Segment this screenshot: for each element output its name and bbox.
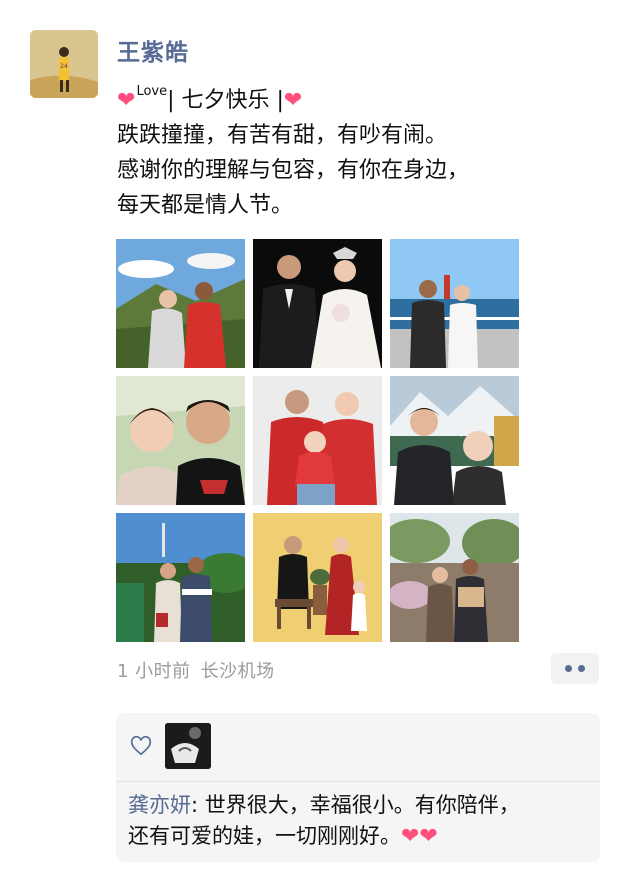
family-studio-photo-icon <box>253 513 382 642</box>
couple-tropical-photo-icon <box>116 513 245 642</box>
comment-item[interactable]: 龚亦妍: 世界很大，幸福很小。有你陪伴， 还有可爱的娃，一切刚刚好。❤❤ <box>128 790 594 852</box>
comment-text-line-1: 世界很大，幸福很小。有你陪伴， <box>198 793 520 817</box>
photo-7[interactable] <box>116 513 245 642</box>
couple-snow-mountain-photo-icon <box>390 376 519 505</box>
comment-author[interactable]: 龚亦妍 <box>128 793 191 817</box>
post-headline: | 七夕快乐 | <box>167 88 284 113</box>
panel-divider <box>116 781 600 782</box>
more-actions-button[interactable] <box>551 653 599 684</box>
comment-text-line-2: 还有可爱的娃，一切刚刚好。 <box>128 824 401 848</box>
user-avatar-icon <box>165 723 211 769</box>
photo-2[interactable] <box>253 239 382 368</box>
photo-grid <box>116 239 519 642</box>
post-text: ❤Love| 七夕快乐 |❤ 跌跌撞撞，有苦有甜，有吵有闹。 感谢你的理解与包容… <box>117 74 597 223</box>
post-text-line-3: 感谢你的理解与包容，有你在身边， <box>117 158 470 183</box>
heart-emoji-icon: ❤❤ <box>401 824 438 849</box>
love-superscript: Love <box>136 84 168 99</box>
photo-5[interactable] <box>253 376 382 505</box>
family-photo-icon <box>253 376 382 505</box>
post-meta: 1 小时前 长沙机场 <box>117 657 275 683</box>
photo-1[interactable] <box>116 239 245 368</box>
heart-outline-icon <box>130 735 152 756</box>
likes-row <box>116 713 600 781</box>
post-time: 1 小时前 <box>117 661 191 682</box>
basketball-player-icon: 24 <box>30 30 98 98</box>
photo-4[interactable] <box>116 376 245 505</box>
author-avatar[interactable]: 24 <box>30 30 98 98</box>
wedding-photo-icon <box>253 239 382 368</box>
photo-8[interactable] <box>253 513 382 642</box>
svg-text:24: 24 <box>60 63 68 70</box>
photo-9[interactable] <box>390 513 519 642</box>
likes-comments-panel: 龚亦妍: 世界很大，幸福很小。有你陪伴， 还有可爱的娃，一切刚刚好。❤❤ <box>116 713 600 862</box>
photo-6[interactable] <box>390 376 519 505</box>
post-text-line-2: 跌跌撞撞，有苦有甜，有吵有闹。 <box>117 123 448 148</box>
dot-icon <box>578 665 585 672</box>
heart-icon: ❤ <box>117 88 136 113</box>
dot-icon <box>565 665 572 672</box>
post-location[interactable]: 长沙机场 <box>201 661 275 682</box>
couple-park-photo-icon <box>390 513 519 642</box>
couple-mountain-photo-icon <box>116 239 245 368</box>
couple-selfie-photo-icon <box>116 376 245 505</box>
author-name[interactable]: 王紫皓 <box>117 33 189 67</box>
liker-avatar[interactable] <box>165 723 211 769</box>
post-text-line-1: ❤Love| 七夕快乐 |❤ <box>117 74 597 118</box>
couple-seaside-photo-icon <box>390 239 519 368</box>
heart-icon: ❤ <box>283 88 303 113</box>
photo-3[interactable] <box>390 239 519 368</box>
post-text-line-4: 每天都是情人节。 <box>117 193 294 218</box>
